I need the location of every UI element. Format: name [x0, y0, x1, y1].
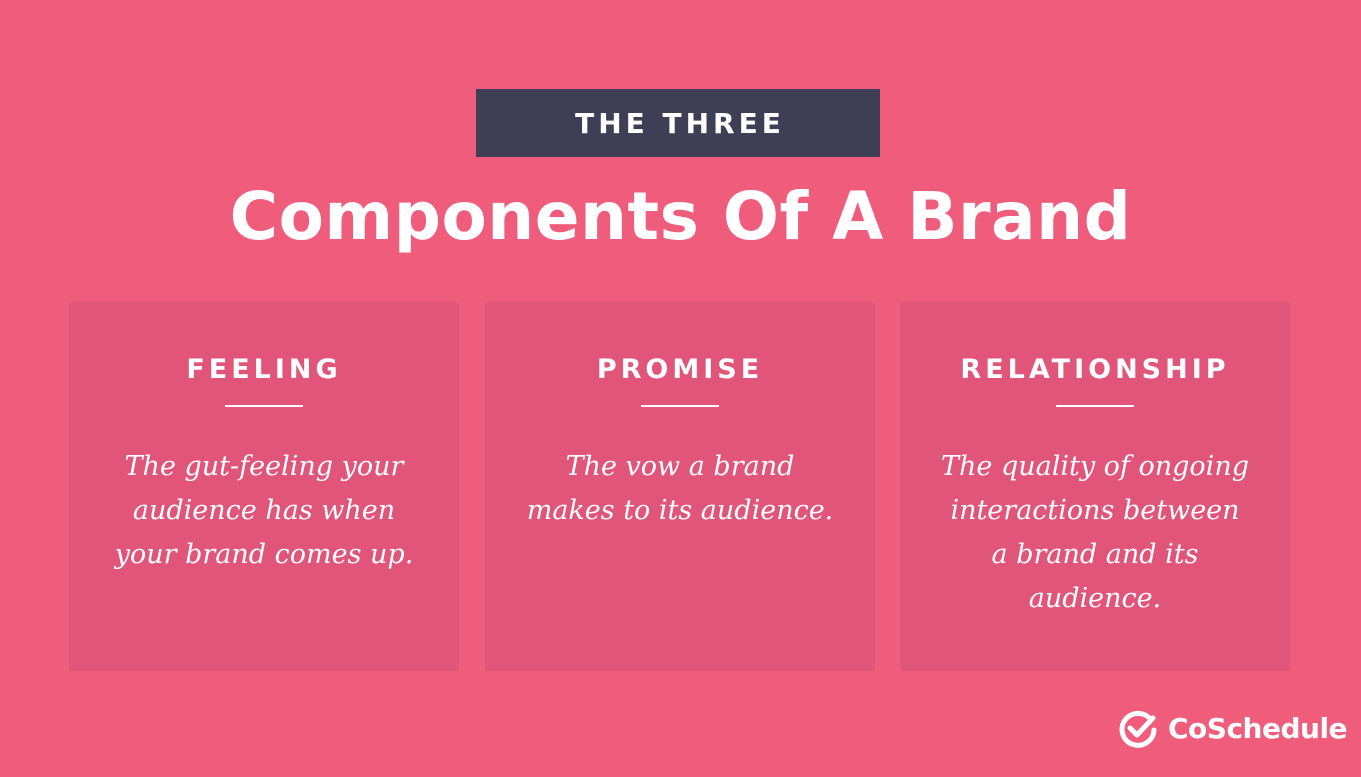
- card-description: The quality of ongoing interactions betw…: [940, 451, 1249, 614]
- page-title: Components Of A Brand: [229, 178, 1132, 255]
- card-title: RELATIONSHIP: [960, 354, 1230, 385]
- checkmark-circle-icon: [1119, 710, 1157, 748]
- title-underline: [1056, 405, 1134, 407]
- card-description: The vow a brand makes to its audience.: [526, 451, 834, 526]
- component-card-feeling: FEELING The gut-feeling your audience ha…: [69, 302, 459, 671]
- card-title: FEELING: [186, 354, 342, 385]
- card-title: PROMISE: [596, 354, 764, 385]
- coschedule-logo: CoSchedule: [1118, 706, 1348, 750]
- component-card-promise: PROMISE The vow a brand makes to its aud…: [485, 302, 875, 671]
- title-underline: [225, 405, 303, 407]
- card-description: The gut-feeling your audience has when y…: [114, 451, 414, 570]
- kicker-banner: THE THREE: [476, 89, 880, 157]
- component-card-relationship: RELATIONSHIP The quality of ongoing inte…: [900, 302, 1290, 671]
- title-underline: [641, 405, 719, 407]
- brand-name: CoSchedule: [1168, 711, 1348, 745]
- kicker-text: THE THREE: [575, 106, 785, 140]
